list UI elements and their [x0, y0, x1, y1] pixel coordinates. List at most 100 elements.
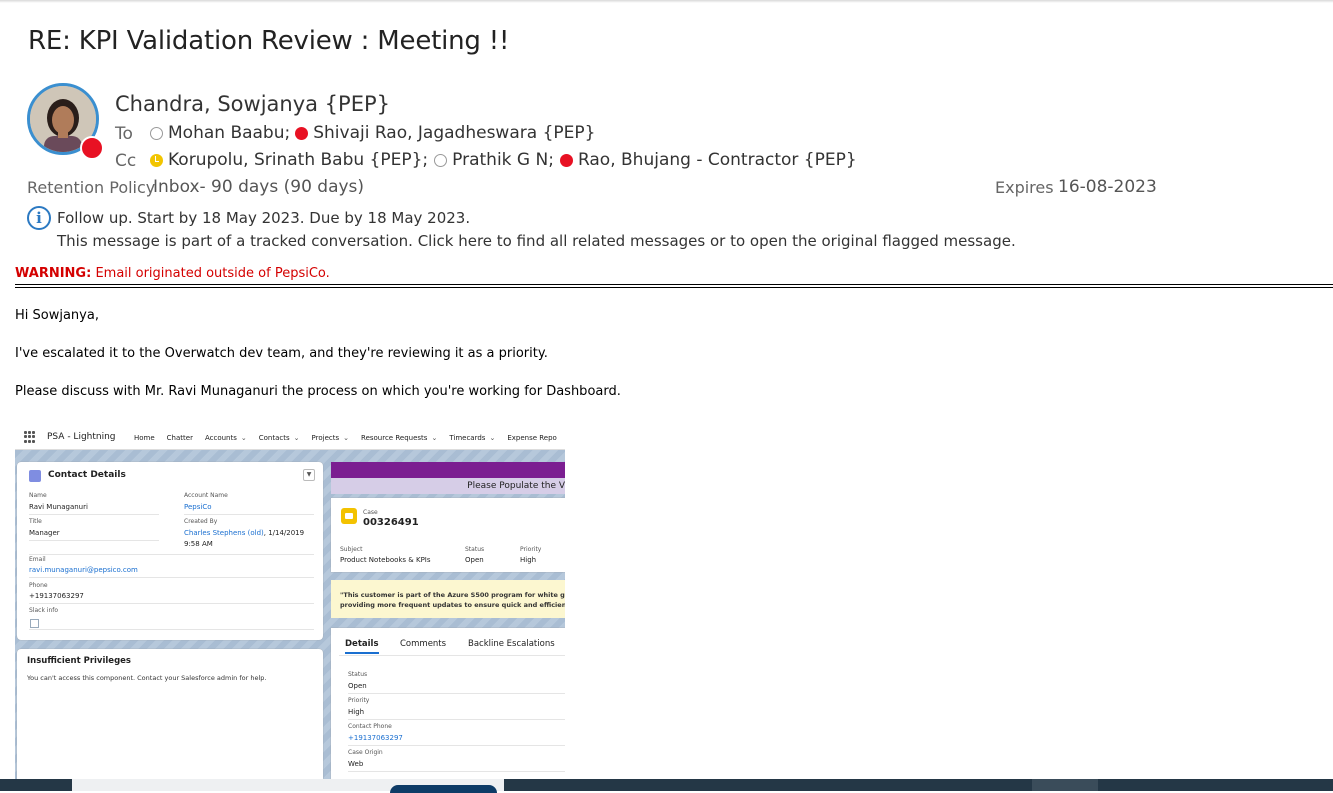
field-value: +19137063297 — [348, 734, 403, 742]
retention-policy-value: Inbox- 90 days (90 days) — [153, 177, 365, 197]
presence-offline-icon — [150, 126, 163, 140]
sf-tab: Resource Requests ⌄ — [361, 434, 438, 442]
sf-app-name: PSA - Lightning — [47, 432, 116, 442]
sf-tabs: Home Chatter Accounts ⌄ Contacts ⌄ Project… — [134, 434, 557, 442]
divider — [29, 577, 314, 578]
field-label: Priority — [348, 697, 370, 704]
body-greeting: Hi Sowjanya, — [15, 308, 99, 323]
info-icon: i — [27, 206, 51, 230]
field-value: Open — [465, 556, 484, 564]
case-icon — [341, 508, 357, 524]
app-launcher-icon — [24, 431, 36, 443]
field-label: Contact Phone — [348, 723, 392, 730]
to-label: To — [115, 124, 133, 144]
sf-tab: Timecards ⌄ — [449, 434, 496, 442]
warning-label: WARNING: — [15, 266, 92, 281]
case-details-card: Details Comments Backline Escalations St… — [331, 628, 565, 779]
field-label: Status — [348, 671, 368, 678]
field-label: Priority — [520, 546, 542, 553]
divider — [184, 514, 314, 515]
follow-up-info: Follow up. Start by 18 May 2023. Due by … — [57, 209, 471, 227]
recipient[interactable]: Rao, Bhujang - Contractor {PEP} — [578, 150, 857, 170]
divider — [348, 719, 565, 720]
sf-nav-bar: PSA - Lightning Home Chatter Accounts ⌄ C… — [15, 420, 565, 450]
body-paragraph: Please discuss with Mr. Ravi Munaganuri … — [15, 384, 621, 399]
divider — [29, 540, 159, 541]
field-label: Slack info — [29, 607, 59, 614]
presence-busy-icon — [295, 126, 309, 140]
sf-tab: Expense Repo — [507, 434, 557, 442]
top-shadow — [0, 0, 1333, 3]
field-label: Account Name — [184, 492, 228, 499]
chevron-down-icon: ▼ — [303, 469, 315, 481]
customer-notice: "This customer is part of the Azure S500… — [331, 580, 565, 618]
bottom-tab — [1032, 779, 1098, 791]
sf-tab: Home — [134, 434, 155, 442]
field-value: +19137063297 — [29, 592, 84, 600]
presence-offline-icon — [434, 153, 448, 167]
contact-icon — [29, 470, 41, 482]
cc-label: Cc — [115, 151, 137, 171]
field-value: PepsiCo — [184, 503, 212, 511]
insufficient-privileges-card: Insufficient Privileges You can't access… — [17, 649, 323, 779]
recipient[interactable]: Mohan Baabu; — [168, 123, 290, 143]
divider — [29, 629, 314, 630]
sf-tab: Projects ⌄ — [311, 434, 350, 442]
divider — [29, 603, 314, 604]
divider — [15, 284, 1333, 288]
sender-name[interactable]: Chandra, Sowjanya {PEP} — [115, 92, 390, 116]
field-value: Ravi Munaganuri — [29, 503, 88, 511]
card-title: Contact Details — [48, 470, 126, 480]
tab-details: Details — [345, 639, 379, 654]
field-label: Created By — [184, 518, 218, 525]
case-header-bar — [331, 462, 565, 478]
field-label: Case — [363, 509, 378, 516]
field-value: High — [348, 708, 365, 716]
field-label: Status — [465, 546, 485, 553]
warning-text: Email originated outside of PepsiCo. — [95, 266, 330, 281]
recipient[interactable]: Korupolu, Srinath Babu {PEP}; — [168, 150, 428, 170]
recipient[interactable]: Prathik G N; — [452, 150, 554, 170]
field-label: Title — [29, 518, 42, 525]
divider — [348, 771, 565, 772]
expires-value: 16-08-2023 — [1058, 177, 1157, 197]
divider — [29, 514, 159, 515]
case-number: 00326491 — [363, 517, 419, 528]
divider — [339, 655, 565, 656]
field-label: Case Origin — [348, 749, 383, 756]
field-value: Charles Stephens (old), 1/14/2019 — [184, 529, 305, 537]
broken-image-icon — [30, 619, 39, 628]
notice-text: providing more frequent updates to ensur… — [340, 601, 565, 609]
field-value: Manager — [29, 529, 60, 537]
card-text: You can't access this component. Contact… — [27, 674, 267, 682]
email-subject: RE: KPI Validation Review : Meeting !! — [28, 26, 510, 56]
body-paragraph: I've escalated it to the Overwatch dev t… — [15, 346, 548, 361]
field-label: Name — [29, 492, 47, 499]
field-value: Open — [348, 682, 367, 690]
field-value: ravi.munaganuri@pepsico.com — [29, 566, 138, 574]
field-value: High — [520, 556, 537, 564]
field-value: Web — [348, 760, 364, 768]
expires-label: Expires — [995, 178, 1054, 197]
sf-tab: Chatter — [166, 434, 193, 442]
tracked-conversation-link[interactable]: This message is part of a tracked conver… — [57, 232, 1016, 250]
case-summary-card: Case 00326491 Subject Product Notebooks … — [331, 498, 565, 572]
external-warning: WARNING: Email originated outside of Pep… — [15, 266, 330, 281]
presence-busy-icon — [80, 136, 104, 160]
tab-comments: Comments — [400, 639, 447, 649]
divider — [29, 554, 314, 555]
case-banner: Please Populate the V — [331, 478, 565, 494]
notice-text: "This customer is part of the Azure S500… — [340, 591, 565, 599]
bottom-button[interactable] — [390, 785, 497, 793]
field-label: Subject — [340, 546, 363, 553]
banner-text: Please Populate the V — [467, 481, 565, 491]
divider — [348, 745, 565, 746]
field-label: Phone — [29, 582, 48, 589]
field-label: Email — [29, 556, 46, 563]
recipient[interactable]: Shivaji Rao, Jagadheswara {PEP} — [313, 123, 595, 143]
embedded-screenshot: PSA - Lightning Home Chatter Accounts ⌄ C… — [15, 420, 565, 779]
presence-busy-icon — [559, 153, 573, 167]
to-recipients: Mohan Baabu; Shivaji Rao, Jagadheswara {… — [150, 123, 595, 143]
retention-policy-label: Retention Policy — [27, 178, 156, 197]
sf-tab: Contacts ⌄ — [258, 434, 300, 442]
